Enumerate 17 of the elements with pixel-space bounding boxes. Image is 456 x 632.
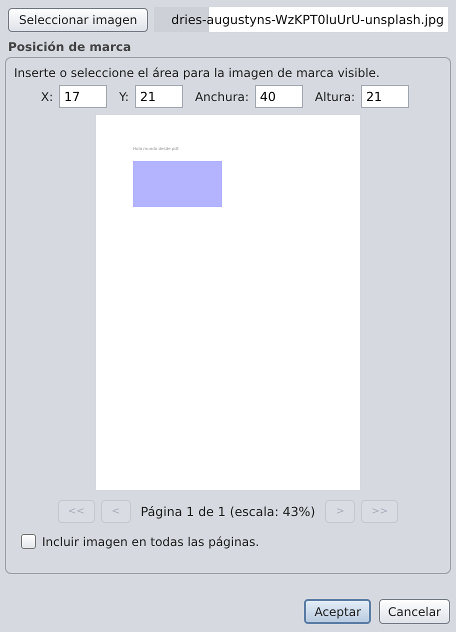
checkbox[interactable]: [21, 534, 36, 549]
checkbox-label[interactable]: Incluir imagen en todas las páginas.: [42, 534, 260, 548]
select-image-button[interactable]: Seleccionar imagen: [8, 8, 148, 32]
dialog-button[interactable]: Cancelar: [379, 599, 450, 624]
number-field[interactable]: 40: [254, 85, 303, 108]
page-info: Página 1 de 1 (escala: 43%): [140, 504, 316, 519]
number-field[interactable]: 21: [134, 85, 183, 108]
instruction-text: Inserte o seleccione el área para la imagen de marca visible.: [14, 66, 381, 80]
file-name-field[interactable]: dries-augustyns-WzKPT0luUrU-unsplash.jpg: [154, 7, 448, 32]
section-title: Posición de marca: [8, 40, 132, 54]
dialog-button[interactable]: Aceptar: [304, 599, 372, 624]
field-label: Altura:: [314, 90, 356, 104]
field-label: Y:: [119, 90, 129, 104]
field-label: Anchura:: [194, 90, 249, 104]
number-field[interactable]: 21: [361, 85, 410, 108]
field-label: X:: [40, 90, 54, 104]
number-field[interactable]: 17: [59, 85, 108, 108]
